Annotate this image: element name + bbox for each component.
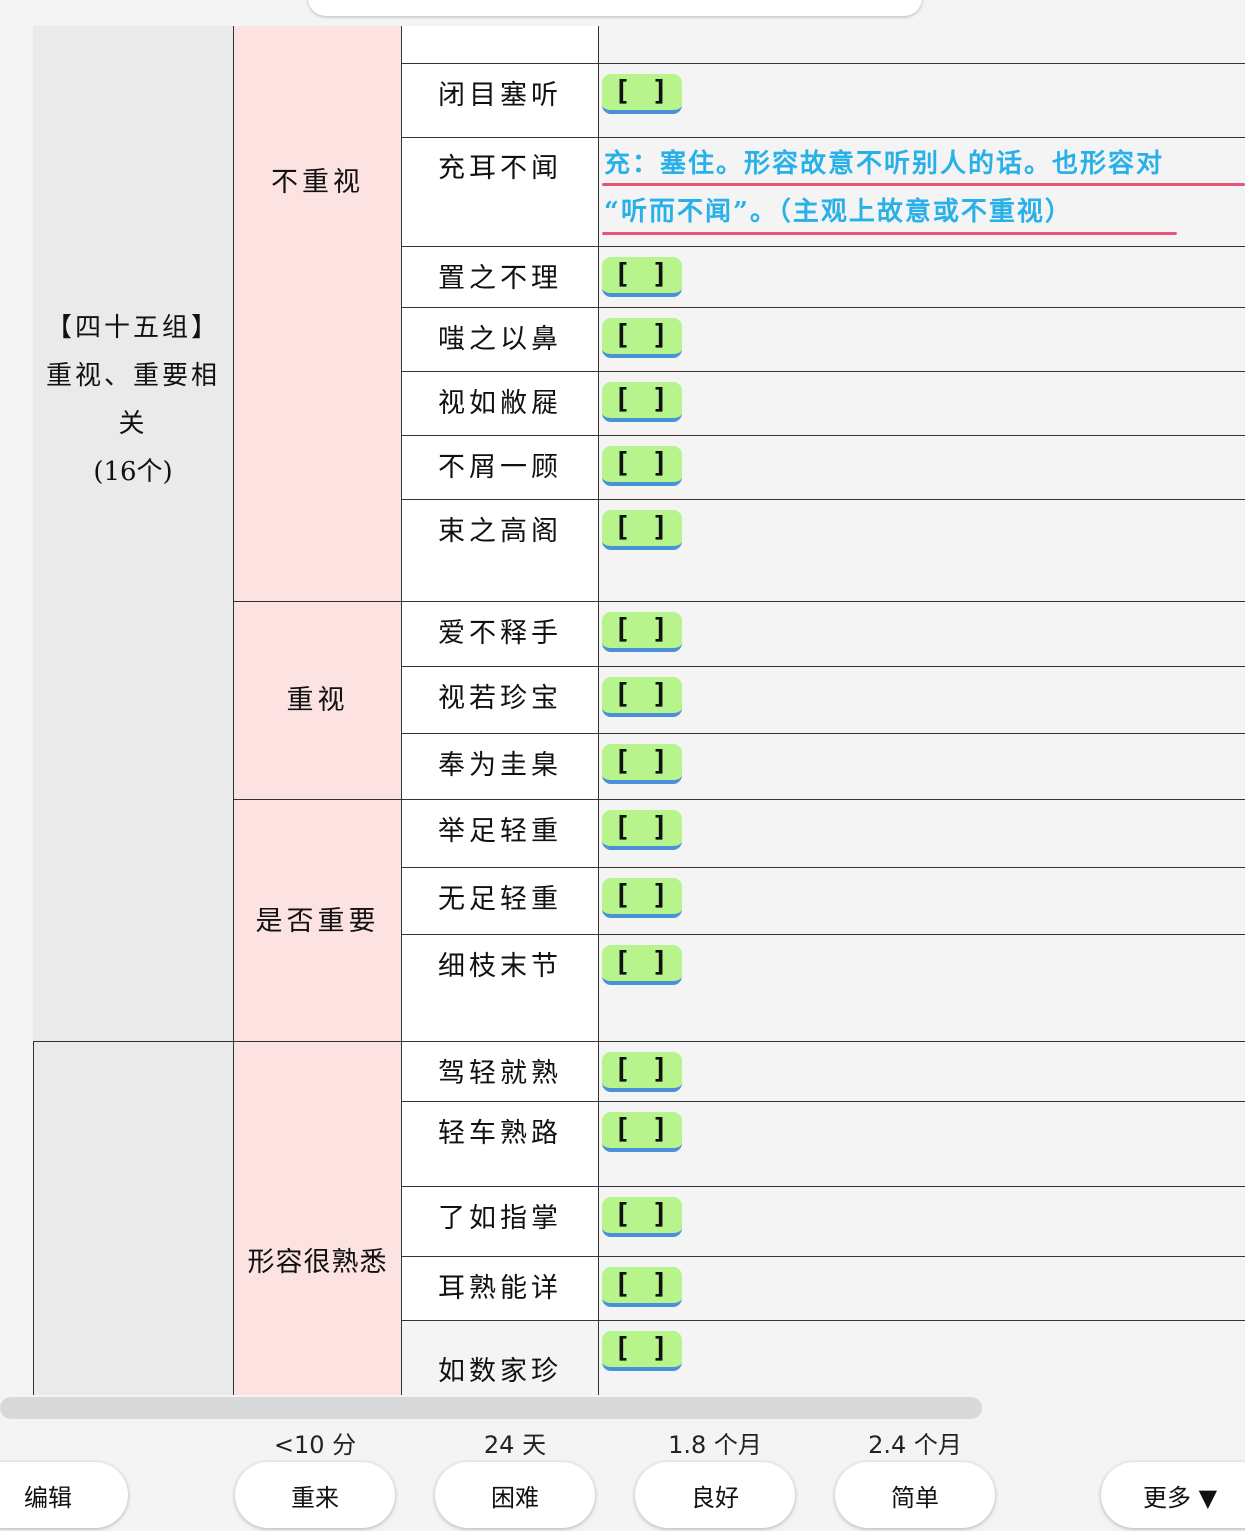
again-button[interactable]: 重来: [235, 1462, 395, 1528]
word-fengwei: 奉为圭臬: [438, 750, 562, 781]
group-count: (16个): [93, 457, 173, 487]
category-not-value: 不重视: [271, 167, 364, 198]
word-shuzhi: 束之高阁: [438, 516, 562, 547]
group-subtitle-cont: 关: [118, 409, 148, 439]
cloze-button[interactable]: [ ]: [602, 1112, 682, 1152]
easy-button[interactable]: 简单: [835, 1462, 995, 1528]
cloze-button[interactable]: [ ]: [602, 318, 682, 358]
word-ershu: 耳熟能详: [438, 1273, 562, 1304]
cloze-button[interactable]: [ ]: [602, 878, 682, 918]
cloze-button[interactable]: [ ]: [602, 612, 682, 652]
cloze-button[interactable]: [ ]: [602, 1197, 682, 1237]
review-bar: [0, 1421, 1245, 1531]
edit-button[interactable]: 编辑: [0, 1462, 128, 1528]
cloze-button[interactable]: [ ]: [602, 1331, 682, 1371]
cloze-button[interactable]: [ ]: [602, 677, 682, 717]
top-handle: [308, 0, 922, 16]
horizontal-scrollbar-thumb[interactable]: [0, 1397, 982, 1419]
answer-underline-1: [602, 183, 1245, 186]
cloze-button[interactable]: [ ]: [602, 74, 682, 114]
answer-underline-2: [602, 232, 1177, 235]
group-subtitle: 重视、重要相: [45, 361, 220, 391]
word-zhizhi: 置之不理: [438, 263, 562, 294]
group-cell-next: [33, 1041, 233, 1395]
category-familiar: 形容很熟悉: [247, 1247, 388, 1278]
word-qingche: 轻车熟路: [438, 1118, 562, 1149]
interval-easy: 2.4 个月: [868, 1431, 962, 1459]
card-content: 【四十五组】 重视、重要相 关 (16个) 不重视 重视 是否重要 形容很熟悉 …: [0, 26, 1245, 1395]
hard-button[interactable]: 困难: [435, 1462, 595, 1528]
word-aibu: 爱不释手: [438, 618, 562, 649]
cloze-button[interactable]: [ ]: [602, 1267, 682, 1307]
word-shiru: 视如敝屣: [438, 388, 562, 419]
more-button[interactable]: 更多 ▼: [1101, 1462, 1245, 1528]
cloze-button[interactable]: [ ]: [602, 810, 682, 850]
cloze-button[interactable]: [ ]: [602, 510, 682, 550]
answer-line-1: 充：塞住。形容故意不听别人的话。也形容对: [604, 149, 1165, 179]
word-chizhi: 嗤之以鼻: [438, 324, 562, 355]
cloze-button[interactable]: [ ]: [602, 945, 682, 985]
interval-again: <10 分: [273, 1431, 357, 1459]
group-title: 【四十五组】: [45, 313, 220, 343]
word-bimu: 闭目塞听: [438, 80, 562, 111]
answer-line-2: “听而不闻”。（主观上故意或不重视）: [604, 197, 1073, 227]
cloze-button[interactable]: [ ]: [602, 744, 682, 784]
cloze-button[interactable]: [ ]: [602, 446, 682, 486]
group-cell: [33, 26, 233, 1041]
word-buxie: 不屑一顾: [438, 452, 562, 483]
cloze-button[interactable]: [ ]: [602, 1052, 682, 1092]
word-xizhi: 细枝末节: [438, 951, 562, 982]
interval-good: 1.8 个月: [668, 1431, 762, 1459]
word-shiruo: 视若珍宝: [438, 683, 562, 714]
word-liaoru: 了如指掌: [438, 1203, 562, 1234]
good-button[interactable]: 良好: [635, 1462, 795, 1528]
word-juzu: 举足轻重: [438, 816, 562, 847]
word-jiaqing: 驾轻就熟: [438, 1058, 562, 1089]
cloze-button[interactable]: [ ]: [602, 382, 682, 422]
word-chonger: 充耳不闻: [438, 153, 562, 184]
cloze-button[interactable]: [ ]: [602, 257, 682, 297]
word-rushu: 如数家珍: [438, 1356, 562, 1387]
category-importance: 是否重要: [255, 906, 380, 937]
category-value: 重视: [286, 685, 349, 716]
interval-hard: 24 天: [483, 1431, 547, 1459]
word-wuzu: 无足轻重: [438, 884, 562, 915]
